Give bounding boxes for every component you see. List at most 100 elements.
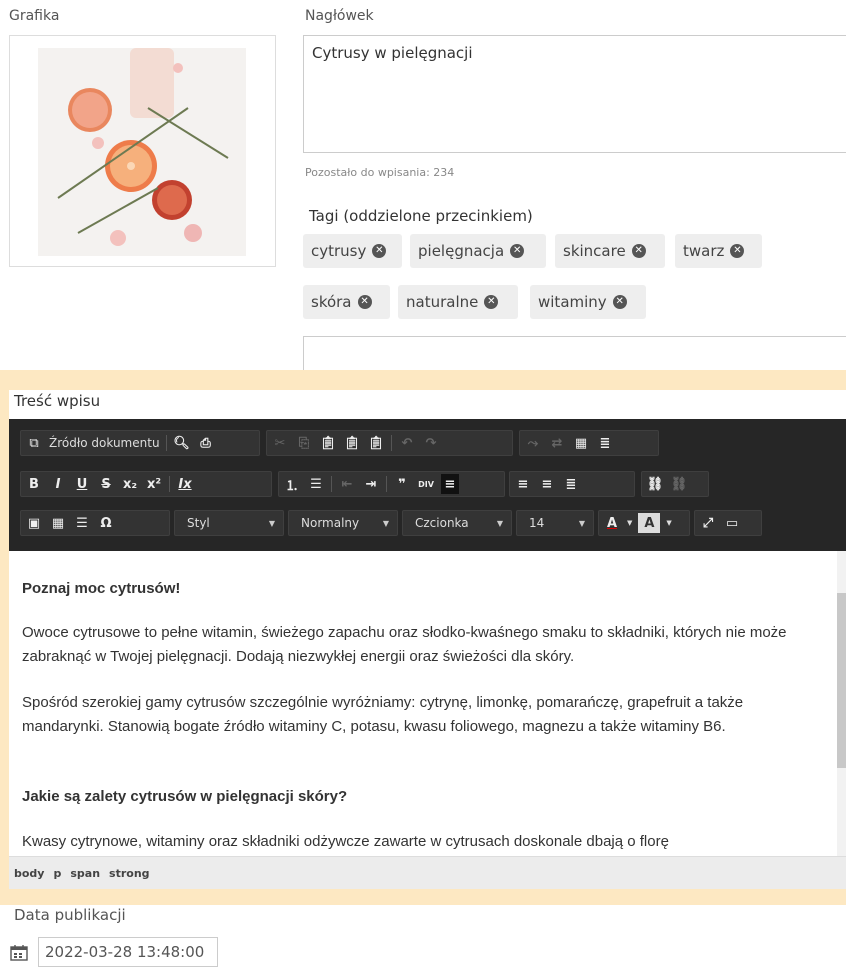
paste-icon[interactable]: 📋︎ <box>319 433 337 453</box>
blockquote-button[interactable]: ❞ <box>393 474 411 494</box>
content-label-bar <box>9 390 846 419</box>
tag-text: cytrusy <box>311 242 367 260</box>
source-button[interactable]: Źródło dokumentu <box>49 436 160 450</box>
print-icon[interactable]: ⎙ <box>197 433 215 453</box>
undo-icon[interactable]: ↶ <box>398 433 416 453</box>
tag-chip[interactable]: pielęgnacja ✕ <box>410 234 546 268</box>
content-paragraph: Spośród szerokiej gamy cytrusów szczegól… <box>22 694 744 735</box>
numbered-list-icon[interactable]: ⒈ <box>283 474 301 494</box>
element-path-bar: body p span strong <box>9 856 846 889</box>
content-label: Treść wpisu <box>14 392 101 410</box>
subscript-button[interactable]: x₂ <box>121 474 139 494</box>
find-icon[interactable]: ⤳ <box>524 433 542 453</box>
toolbar-group-clipboard: ✂ ⎘ 📋︎ 📋︎ 📋︎ ↶ ↷ <box>266 430 513 456</box>
text-color-button[interactable]: A <box>603 513 621 533</box>
remove-tag-icon[interactable]: ✕ <box>372 244 387 258</box>
align-right-icon[interactable]: ≡ <box>538 474 556 494</box>
cut-icon[interactable]: ✂ <box>271 433 289 453</box>
tag-chip[interactable]: naturalne ✕ <box>398 285 518 319</box>
tag-chip[interactable]: cytrusy ✕ <box>303 234 402 268</box>
scroll-thumb[interactable] <box>837 593 846 768</box>
remove-tag-icon[interactable]: ✕ <box>484 295 499 309</box>
separator <box>386 476 387 492</box>
image-upload-frame[interactable] <box>9 35 276 267</box>
spellcheck-icon[interactable]: ≣ <box>596 433 614 453</box>
path-item[interactable]: body <box>14 867 44 880</box>
toolbar-group-tools: ⤢ ▭ <box>694 510 762 536</box>
tag-chip[interactable]: witaminy ✕ <box>530 285 646 319</box>
special-char-button[interactable]: Ω <box>97 513 115 533</box>
toolbar-group-document: ⧉ Źródło dokumentu 🔍︎ ⎙ <box>20 430 260 456</box>
italic-button[interactable]: I <box>49 474 67 494</box>
font-size-value: 14 <box>529 516 545 530</box>
paste-text-icon[interactable]: 📋︎ <box>343 433 361 453</box>
path-item[interactable]: p <box>53 867 61 880</box>
align-center-icon[interactable]: ≡ <box>514 474 532 494</box>
paste-word-icon[interactable]: 📋︎ <box>367 433 385 453</box>
toolbar-group-editing: ⤳ ⇄ ▦ ≣ <box>519 430 659 456</box>
chevron-down-icon: ▼ <box>382 518 389 528</box>
tag-chip[interactable]: twarz ✕ <box>675 234 762 268</box>
font-size-select[interactable]: 14 ▼ <box>516 510 594 536</box>
superscript-button[interactable]: x² <box>145 474 163 494</box>
underline-button[interactable]: U <box>73 474 91 494</box>
image-icon[interactable]: ▣ <box>25 513 43 533</box>
preview-icon[interactable]: 🔍︎ <box>173 433 191 453</box>
remove-tag-icon[interactable]: ✕ <box>730 244 745 258</box>
link-icon[interactable]: ⛓ <box>646 474 664 494</box>
tag-text: skincare <box>563 242 626 260</box>
citrus-photo <box>38 48 246 256</box>
editor-content[interactable]: Poznaj moc cytrusów! Owoce cytrusowe to … <box>9 551 835 856</box>
path-item[interactable]: strong <box>109 867 150 880</box>
bold-button[interactable]: B <box>25 474 43 494</box>
show-blocks-icon[interactable]: ▭ <box>723 513 741 533</box>
publish-date-label: Data publikacji <box>14 906 126 924</box>
tag-chip[interactable]: skóra ✕ <box>303 285 390 319</box>
remove-tag-icon[interactable]: ✕ <box>631 244 646 258</box>
toolbar-group-links: ⛓ ⛓ <box>641 471 709 497</box>
replace-icon[interactable]: ⇄ <box>548 433 566 453</box>
align-left-icon[interactable]: ≡ <box>441 474 459 494</box>
format-select[interactable]: Normalny ▼ <box>288 510 398 536</box>
content-heading: Jakie są zalety cytrusów w pielęgnacji s… <box>22 788 348 805</box>
table-icon[interactable]: ▦ <box>49 513 67 533</box>
maximize-icon[interactable]: ⤢ <box>699 513 717 533</box>
heading-textarea[interactable]: Cytrusy w pielęgnacji <box>303 35 846 153</box>
tag-text: pielęgnacja <box>418 242 505 260</box>
image-label: Grafika <box>9 8 60 24</box>
separator <box>391 435 392 451</box>
editor-toolbar: ⧉ Źródło dokumentu 🔍︎ ⎙ ✂ ⎘ 📋︎ 📋︎ 📋︎ ↶ ↷… <box>9 419 846 551</box>
image-manager-icon[interactable]: ▦ <box>572 433 590 453</box>
tags-label: Tagi (oddzielone przecinkiem) <box>309 207 533 225</box>
toolbar-group-insert: ▣ ▦ ☰ Ω <box>20 510 170 536</box>
separator <box>165 435 167 451</box>
font-select[interactable]: Czcionka ▼ <box>402 510 512 536</box>
remove-tag-icon[interactable]: ✕ <box>510 244 525 258</box>
remove-tag-icon[interactable]: ✕ <box>357 295 372 309</box>
editor-scrollbar[interactable] <box>837 551 846 856</box>
horizontal-rule-icon[interactable]: ☰ <box>73 513 91 533</box>
separator <box>169 476 170 492</box>
outdent-icon[interactable]: ⇤ <box>338 474 356 494</box>
remaining-counter: Pozostało do wpisania: 234 <box>305 166 455 179</box>
style-select[interactable]: Styl ▼ <box>174 510 284 536</box>
remove-format-button[interactable]: Ix <box>176 474 194 494</box>
indent-icon[interactable]: ⇥ <box>362 474 380 494</box>
redo-icon[interactable]: ↷ <box>422 433 440 453</box>
bulleted-list-icon[interactable]: ☰ <box>307 474 325 494</box>
heading-label: Nagłówek <box>305 8 374 24</box>
tag-text: skóra <box>311 293 352 311</box>
bg-color-button[interactable]: A <box>638 513 661 533</box>
copy-icon[interactable]: ⎘ <box>295 433 313 453</box>
tag-text: witaminy <box>538 293 607 311</box>
justify-icon[interactable]: ≣ <box>562 474 580 494</box>
path-item[interactable]: span <box>70 867 100 880</box>
remove-tag-icon[interactable]: ✕ <box>612 295 627 309</box>
unlink-icon[interactable]: ⛓ <box>670 474 688 494</box>
publish-date-input[interactable]: 2022-03-28 13:48:00 <box>38 937 218 967</box>
div-button[interactable]: DIV <box>417 474 435 494</box>
calendar-icon[interactable] <box>10 945 28 961</box>
strike-button[interactable]: S <box>97 474 115 494</box>
tag-chip[interactable]: skincare ✕ <box>555 234 665 268</box>
source-icon[interactable]: ⧉ <box>25 433 43 453</box>
